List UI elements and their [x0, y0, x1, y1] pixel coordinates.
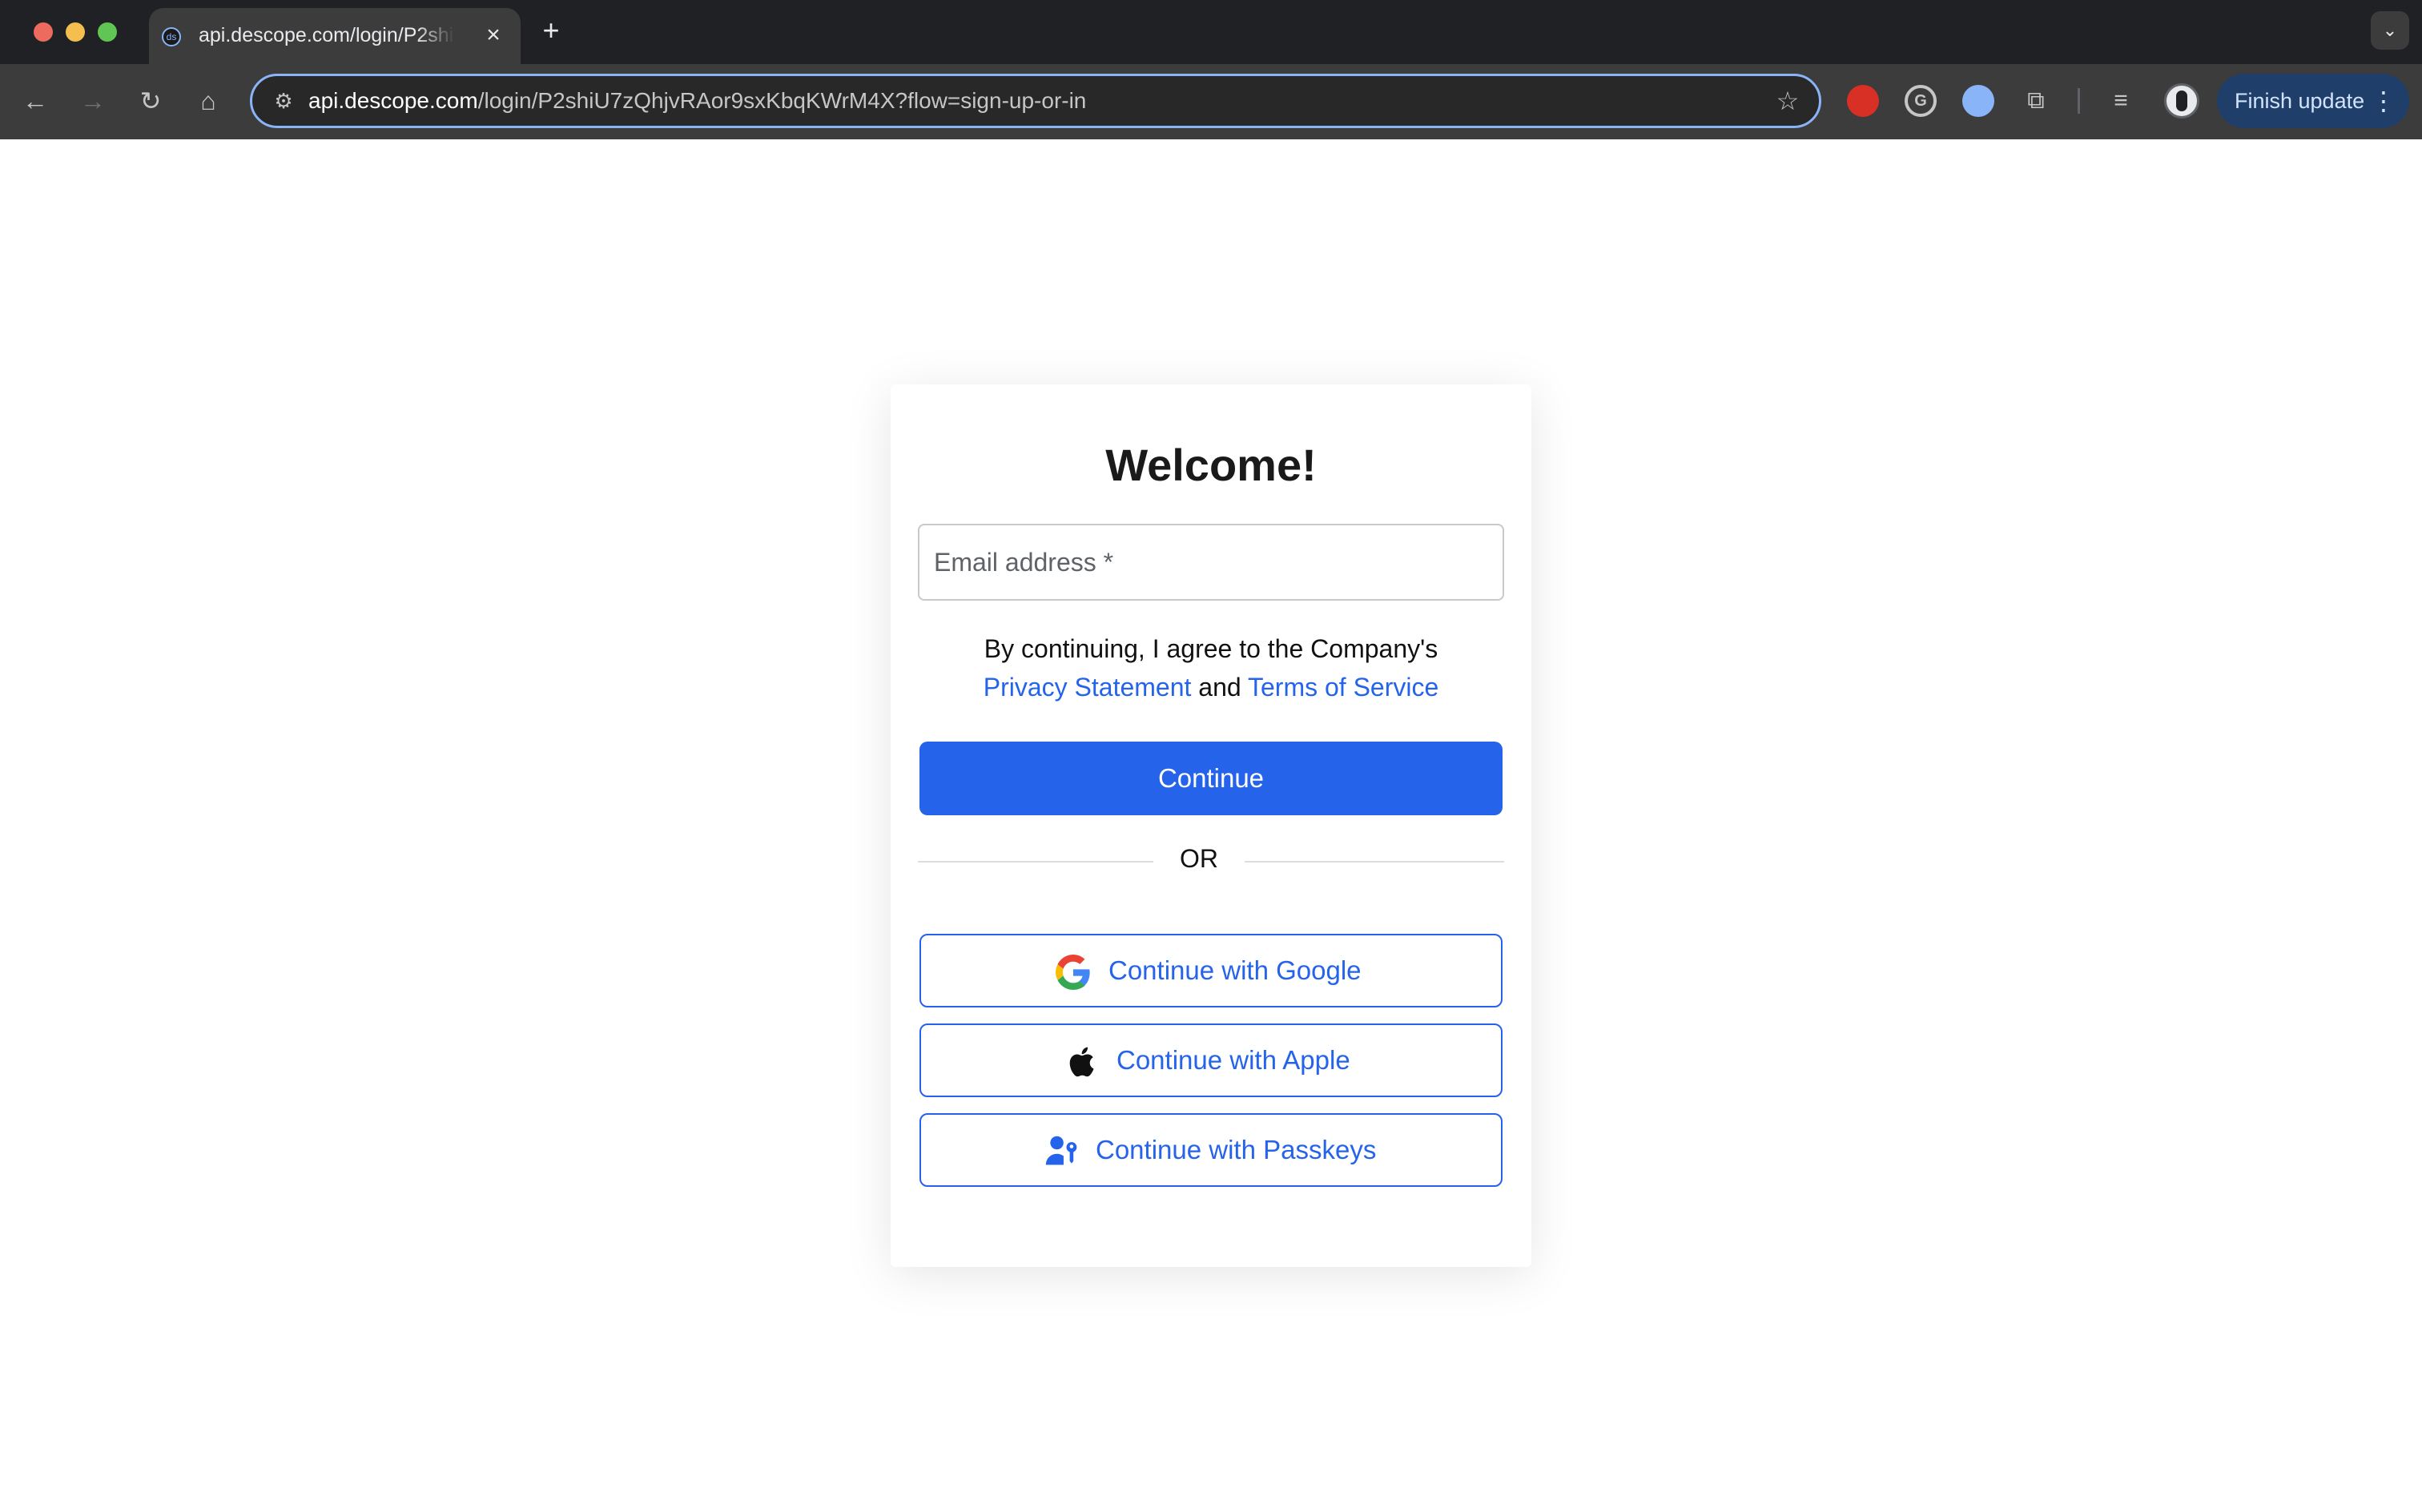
url-path: /login/P2shiU7zQhjvRAor9sxKbqKWrM4X?flow…: [477, 88, 1087, 113]
browser-chrome: ds api.descope.com/login/P2shiU7zQhjvRAo…: [0, 0, 2422, 139]
apple-button-label: Continue with Apple: [1116, 1045, 1350, 1075]
login-card: Welcome! By continuing, I agree to the C…: [891, 384, 1531, 1267]
continue-with-passkeys-button[interactable]: Continue with Passkeys: [919, 1113, 1503, 1187]
tab-close-icon[interactable]: ×: [477, 19, 509, 51]
grammarly-extension-icon[interactable]: G: [1905, 85, 1937, 117]
new-tab-button[interactable]: +: [535, 14, 567, 46]
consent-prefix: By continuing, I agree to the Company's: [984, 634, 1438, 663]
reload-icon[interactable]: ↻: [133, 83, 168, 119]
extensions-puzzle-icon[interactable]: ⧉: [2020, 85, 2052, 117]
window-zoom-button[interactable]: [98, 22, 117, 42]
kebab-menu-icon[interactable]: ⋮: [2371, 74, 2396, 128]
tab-title: api.descope.com/login/P2shiU7zQhjvRAor9s…: [199, 24, 455, 46]
browser-tab-active[interactable]: ds api.descope.com/login/P2shiU7zQhjvRAo…: [149, 8, 521, 64]
email-field[interactable]: [918, 524, 1504, 601]
finish-update-button[interactable]: Finish update ⋮: [2217, 74, 2409, 128]
descope-favicon-icon: ds: [162, 27, 181, 46]
back-arrow-icon[interactable]: ←: [18, 83, 53, 119]
consent-and: and: [1198, 673, 1241, 702]
extension-red-hand-icon[interactable]: [1847, 85, 1879, 117]
extension-blue-icon[interactable]: [1962, 85, 1994, 117]
continue-with-google-button[interactable]: Continue with Google: [919, 934, 1503, 1007]
or-divider: OR: [1180, 844, 1218, 873]
address-bar[interactable]: ⚙ api.descope.com/login/P2shiU7zQhjvRAor…: [250, 74, 1821, 128]
google-button-label: Continue with Google: [1108, 955, 1362, 985]
address-url[interactable]: api.descope.com/login/P2shiU7zQhjvRAor9s…: [308, 76, 1086, 126]
window-close-button[interactable]: [34, 22, 53, 42]
divider-line-right: [1245, 861, 1504, 863]
continue-button[interactable]: Continue: [919, 742, 1503, 815]
site-info-icon[interactable]: ⚙: [268, 86, 299, 116]
tab-strip: ds api.descope.com/login/P2shiU7zQhjvRAo…: [0, 0, 2422, 64]
home-icon[interactable]: ⌂: [191, 83, 226, 119]
passkeys-button-label: Continue with Passkeys: [1096, 1135, 1377, 1164]
tab-search-chevron-icon[interactable]: ⌄: [2371, 11, 2409, 50]
forward-arrow-icon[interactable]: →: [75, 83, 111, 119]
passkeys-icon: [1045, 1136, 1077, 1165]
divider-line-left: [918, 861, 1153, 863]
consent-text: By continuing, I agree to the Company's …: [891, 629, 1531, 706]
toolbar-separator: [2078, 88, 2080, 114]
terms-of-service-link[interactable]: Terms of Service: [1248, 673, 1438, 702]
profile-avatar-icon[interactable]: [2164, 83, 2199, 119]
bookmark-star-icon[interactable]: ☆: [1771, 84, 1804, 118]
continue-with-apple-button[interactable]: Continue with Apple: [919, 1023, 1503, 1097]
page-title: Welcome!: [1105, 440, 1317, 490]
finish-update-label: Finish update: [2235, 89, 2365, 113]
google-icon: [1056, 955, 1090, 990]
window-minimize-button[interactable]: [66, 22, 85, 42]
url-host: api.descope.com: [308, 88, 478, 113]
privacy-statement-link[interactable]: Privacy Statement: [984, 673, 1192, 702]
apple-icon: [1069, 1047, 1094, 1077]
media-icon[interactable]: ≡: [2105, 85, 2137, 117]
